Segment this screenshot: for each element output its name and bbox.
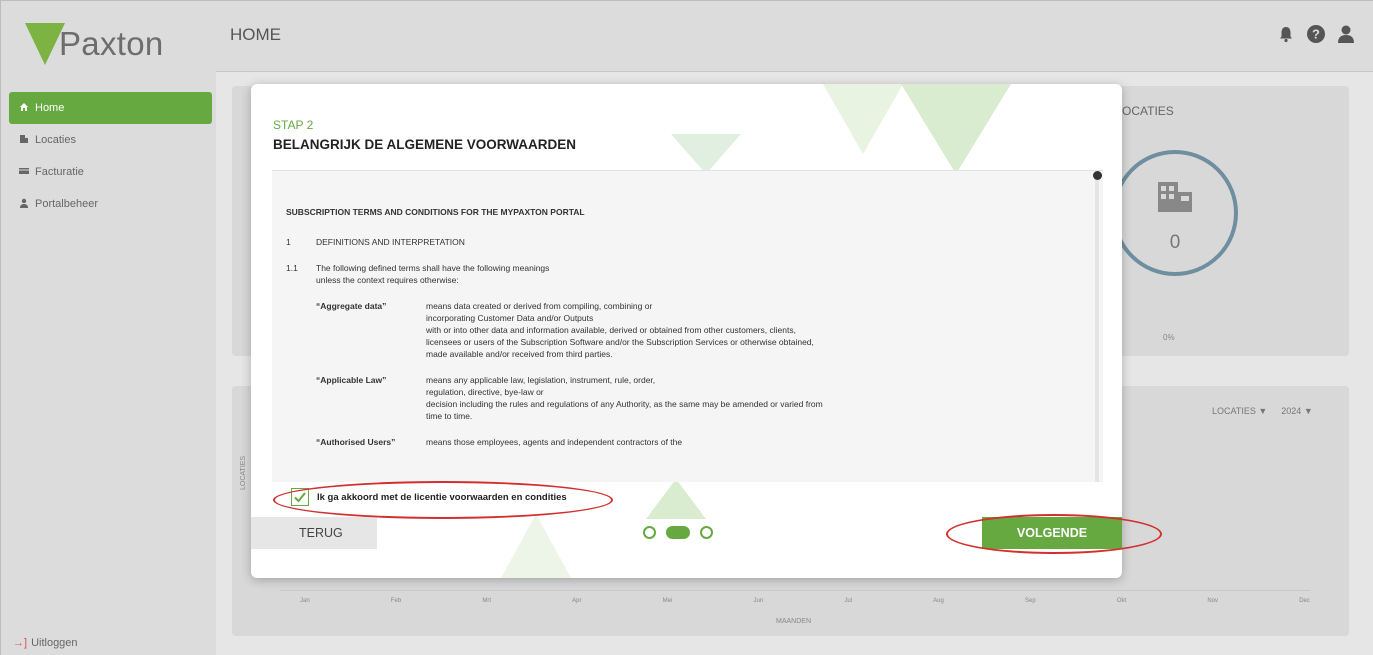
month-label: Jul bbox=[844, 598, 853, 604]
locations-count: 0 bbox=[1169, 232, 1181, 253]
sidebar-item-label: Home bbox=[35, 102, 65, 114]
month-label: Mei bbox=[662, 598, 673, 604]
chart-filters: LOCATIES ▼ 2024 ▼ bbox=[1212, 406, 1313, 416]
definition-row: “Authorised Users” means those employees… bbox=[316, 436, 1078, 448]
paragraph-number: 1.1 bbox=[286, 263, 298, 273]
month-label: Jun bbox=[753, 598, 764, 604]
month-label: Mrt bbox=[482, 598, 492, 604]
definition-line: time to time. bbox=[426, 411, 473, 421]
definition-line: means those employees, agents and indepe… bbox=[426, 437, 683, 447]
step-dot bbox=[643, 526, 656, 539]
month-label: Aug bbox=[933, 598, 944, 604]
topbar: HOME ? bbox=[216, 0, 1373, 72]
step-indicator bbox=[643, 526, 713, 539]
terms-section: 1 DEFINITIONS AND INTERPRETATION bbox=[286, 236, 1078, 248]
next-button[interactable]: VOLGENDE bbox=[982, 517, 1122, 549]
terms-content: SUBSCRIPTION TERMS AND CONDITIONS FOR TH… bbox=[272, 171, 1092, 482]
month-label: Dec bbox=[1299, 598, 1310, 604]
user-icon bbox=[17, 198, 31, 211]
paxton-logo: Paxton bbox=[25, 23, 164, 65]
agree-checkbox[interactable] bbox=[291, 488, 309, 506]
definition-line: made available and/or received from thir… bbox=[426, 349, 613, 359]
definition-line: decision including the rules and regulat… bbox=[426, 399, 823, 409]
filter-locations-dropdown[interactable]: LOCATIES ▼ bbox=[1212, 406, 1267, 416]
month-label: Sep bbox=[1025, 598, 1036, 604]
decor-triangle bbox=[501, 514, 571, 578]
sidebar-item-portalbeheer[interactable]: Portalbeheer bbox=[9, 188, 212, 220]
scrollbar-track bbox=[1095, 171, 1099, 482]
definition-line: means any applicable law, legislation, i… bbox=[426, 375, 656, 385]
paragraph-line: The following defined terms shall have t… bbox=[316, 263, 550, 273]
terms-heading: SUBSCRIPTION TERMS AND CONDITIONS FOR TH… bbox=[286, 207, 585, 217]
step-dot bbox=[700, 526, 713, 539]
terms-scroll-area[interactable]: SUBSCRIPTION TERMS AND CONDITIONS FOR TH… bbox=[272, 170, 1103, 482]
definition-row: “Applicable Law” means any applicable la… bbox=[316, 374, 1078, 422]
checkmark-icon bbox=[294, 492, 306, 503]
locations-donut: 0 bbox=[1112, 150, 1238, 276]
chart-x-axis bbox=[280, 590, 1310, 591]
step-dot-active bbox=[666, 526, 690, 539]
terms-modal: STAP 2 BELANGRIJK DE ALGEMENE VOORWAARDE… bbox=[251, 84, 1122, 578]
logo-text: Paxton bbox=[59, 25, 164, 62]
back-button[interactable]: TERUG bbox=[251, 517, 377, 549]
chart-y-label: LOCATIES bbox=[240, 455, 247, 490]
building-icon bbox=[17, 134, 31, 147]
definition-line: regulation, directive, bye-law or bbox=[426, 387, 544, 397]
logout-icon: →] bbox=[13, 637, 28, 649]
section-title: DEFINITIONS AND INTERPRETATION bbox=[316, 237, 465, 247]
agree-label: Ik ga akkoord met de licentie voorwaarde… bbox=[317, 491, 567, 503]
section-number: 1 bbox=[286, 237, 291, 247]
definition-term: “Authorised Users” bbox=[316, 437, 396, 447]
svg-text:?: ? bbox=[1312, 27, 1320, 42]
bell-icon[interactable] bbox=[1275, 23, 1297, 45]
month-label: Apr bbox=[572, 598, 582, 604]
sidebar-item-label: Locaties bbox=[35, 134, 76, 146]
definition-line: licensees or users of the Subscription S… bbox=[426, 337, 814, 347]
decor-triangle bbox=[823, 84, 903, 154]
sidebar-item-label: Facturatie bbox=[35, 166, 84, 178]
chart-x-label: MAANDEN bbox=[776, 618, 812, 625]
decor-triangle bbox=[901, 84, 1011, 174]
scrollbar-thumb[interactable] bbox=[1093, 171, 1102, 180]
month-label: Nov bbox=[1207, 598, 1219, 604]
month-label: Jan bbox=[300, 598, 310, 604]
billing-icon bbox=[17, 166, 31, 179]
definition-line: means data created or derived from compi… bbox=[426, 301, 653, 311]
logout-label: Uitloggen bbox=[31, 637, 78, 649]
filter-locations-label: LOCATIES bbox=[1212, 406, 1256, 416]
sidebar: Paxton Home Locaties Facturatie Portalbe… bbox=[0, 0, 216, 655]
sidebar-item-label: Portalbeheer bbox=[35, 198, 98, 210]
terms-paragraph: 1.1 The following defined terms shall ha… bbox=[286, 262, 1078, 286]
sidebar-item-locaties[interactable]: Locaties bbox=[9, 124, 212, 156]
definition-term: “Applicable Law” bbox=[316, 375, 387, 385]
step-label: STAP 2 bbox=[273, 118, 314, 132]
agree-row[interactable]: Ik ga akkoord met de licentie voorwaarde… bbox=[291, 488, 567, 506]
locations-title: OCATIES bbox=[1122, 104, 1174, 118]
sidebar-item-facturatie[interactable]: Facturatie bbox=[9, 156, 212, 188]
month-label: Okt bbox=[1116, 598, 1127, 604]
help-icon[interactable]: ? bbox=[1305, 23, 1327, 45]
month-label: Feb bbox=[390, 598, 402, 604]
decor-triangle bbox=[671, 134, 741, 174]
filter-year-dropdown[interactable]: 2024 ▼ bbox=[1281, 406, 1312, 416]
definition-row: “Aggregate data” means data created or d… bbox=[316, 300, 1078, 360]
definition-line: incorporating Customer Data and/or Outpu… bbox=[426, 313, 594, 323]
decor-triangle bbox=[646, 479, 706, 519]
page-title: HOME bbox=[230, 25, 281, 44]
building-icon bbox=[1158, 182, 1194, 217]
paragraph-line: unless the context requires otherwise: bbox=[316, 275, 459, 285]
home-icon bbox=[17, 102, 31, 115]
terms-scrollbar[interactable] bbox=[1093, 171, 1102, 482]
definition-line: with or into other data and information … bbox=[426, 325, 796, 335]
chart-month-labels: Jan Feb Mrt Apr Mei Jun Jul Aug Sep Okt … bbox=[300, 598, 1310, 604]
definition-term: “Aggregate data” bbox=[316, 301, 387, 311]
locations-percent: 0% bbox=[1163, 333, 1175, 342]
user-icon[interactable] bbox=[1335, 23, 1357, 45]
sidebar-nav: Home Locaties Facturatie Portalbeheer bbox=[9, 92, 212, 220]
logout-link[interactable]: →] Uitloggen bbox=[13, 637, 78, 649]
filter-year-label: 2024 bbox=[1281, 406, 1302, 416]
modal-title: BELANGRIJK DE ALGEMENE VOORWAARDEN bbox=[273, 137, 577, 152]
topbar-icons: ? bbox=[1275, 23, 1357, 45]
sidebar-item-home[interactable]: Home bbox=[9, 92, 212, 124]
